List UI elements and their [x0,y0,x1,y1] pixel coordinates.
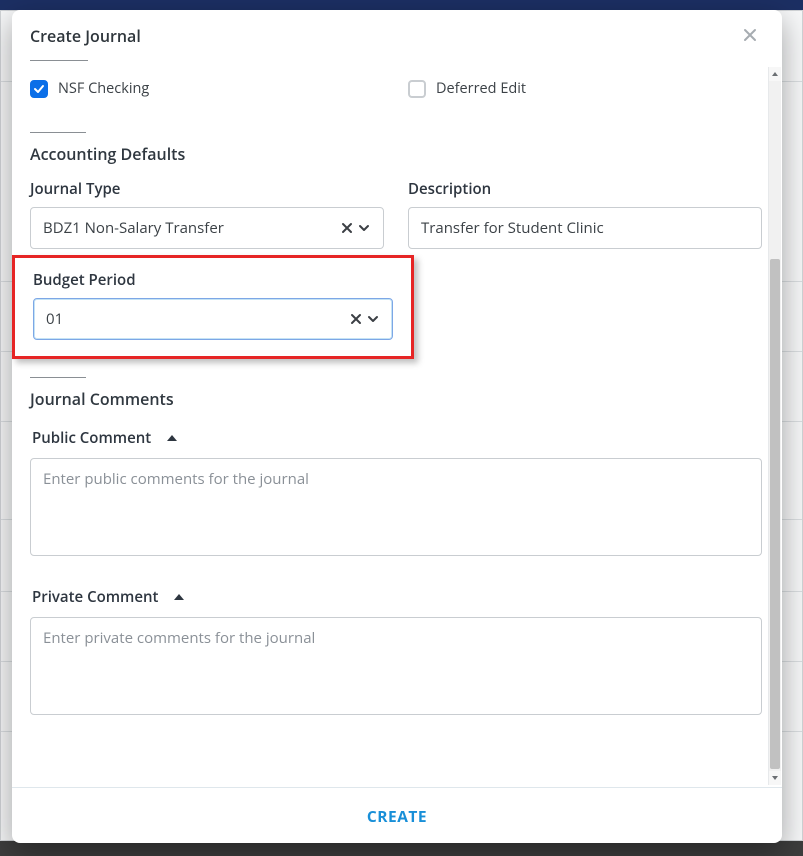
modal-body: NSF Checking Deferred Edit Accounting De… [12,65,768,787]
journal-type-select[interactable]: BDZ1 Non-Salary Transfer [30,207,384,249]
scroll-up-button[interactable] [769,67,781,81]
public-comment-toggle[interactable]: Public Comment [32,428,762,448]
app-header-bar [0,0,803,10]
modal-title: Create Journal [30,25,141,47]
accounting-defaults-row-1: Journal Type BDZ1 Non-Salary Transfer [30,179,762,249]
private-comment-toggle[interactable]: Private Comment [32,587,762,607]
budget-period-value: 01 [46,309,350,329]
title-underline [30,60,88,61]
scroll-thumb[interactable] [770,259,780,769]
public-comment-textarea[interactable] [30,458,762,556]
caret-up-icon [172,591,186,603]
description-field: Description [408,179,762,249]
modal-header: Create Journal [12,10,782,50]
journal-comments-title: Journal Comments [30,388,762,410]
nsf-checking-option[interactable]: NSF Checking [30,79,384,98]
scroll-up-arrow-icon [771,70,779,78]
close-button[interactable] [736,22,764,50]
deferred-edit-label: Deferred Edit [436,79,526,98]
modal-body-wrap: NSF Checking Deferred Edit Accounting De… [12,65,782,787]
scroll-down-button[interactable] [769,771,781,785]
budget-period-select[interactable]: 01 [33,298,393,340]
description-label: Description [408,179,762,199]
section-separator [30,132,86,133]
caret-up-icon [165,432,179,444]
journal-type-field: Journal Type BDZ1 Non-Salary Transfer [30,179,384,249]
budget-period-label: Budget Period [33,270,393,290]
private-comment-label: Private Comment [32,587,158,607]
chevron-down-icon[interactable] [366,312,380,326]
private-comment-textarea[interactable] [30,617,762,715]
options-row: NSF Checking Deferred Edit [30,79,762,98]
close-icon [742,27,758,43]
budget-period-highlight: Budget Period 01 [12,255,414,359]
description-input[interactable] [408,207,762,249]
clear-x-icon[interactable] [350,313,362,325]
scroll-down-arrow-icon [771,774,779,782]
public-comment-label: Public Comment [32,428,151,448]
accounting-defaults-title: Accounting Defaults [30,143,762,165]
deferred-edit-checkbox[interactable] [408,80,426,98]
create-journal-modal: Create Journal NSF Checking [12,10,782,843]
chevron-down-icon[interactable] [357,221,371,235]
app-backdrop: Create Journal NSF Checking [0,0,803,856]
check-icon [33,83,45,95]
journal-type-label: Journal Type [30,179,384,199]
clear-x-icon[interactable] [341,222,353,234]
modal-scrollbar[interactable] [768,67,781,785]
modal-footer: CREATE [12,787,782,843]
create-button[interactable]: CREATE [367,805,427,827]
nsf-checking-checkbox[interactable] [30,80,48,98]
journal-type-value: BDZ1 Non-Salary Transfer [43,218,341,238]
nsf-checking-label: NSF Checking [58,79,149,98]
deferred-edit-option[interactable]: Deferred Edit [408,79,762,98]
section-separator [30,377,86,378]
